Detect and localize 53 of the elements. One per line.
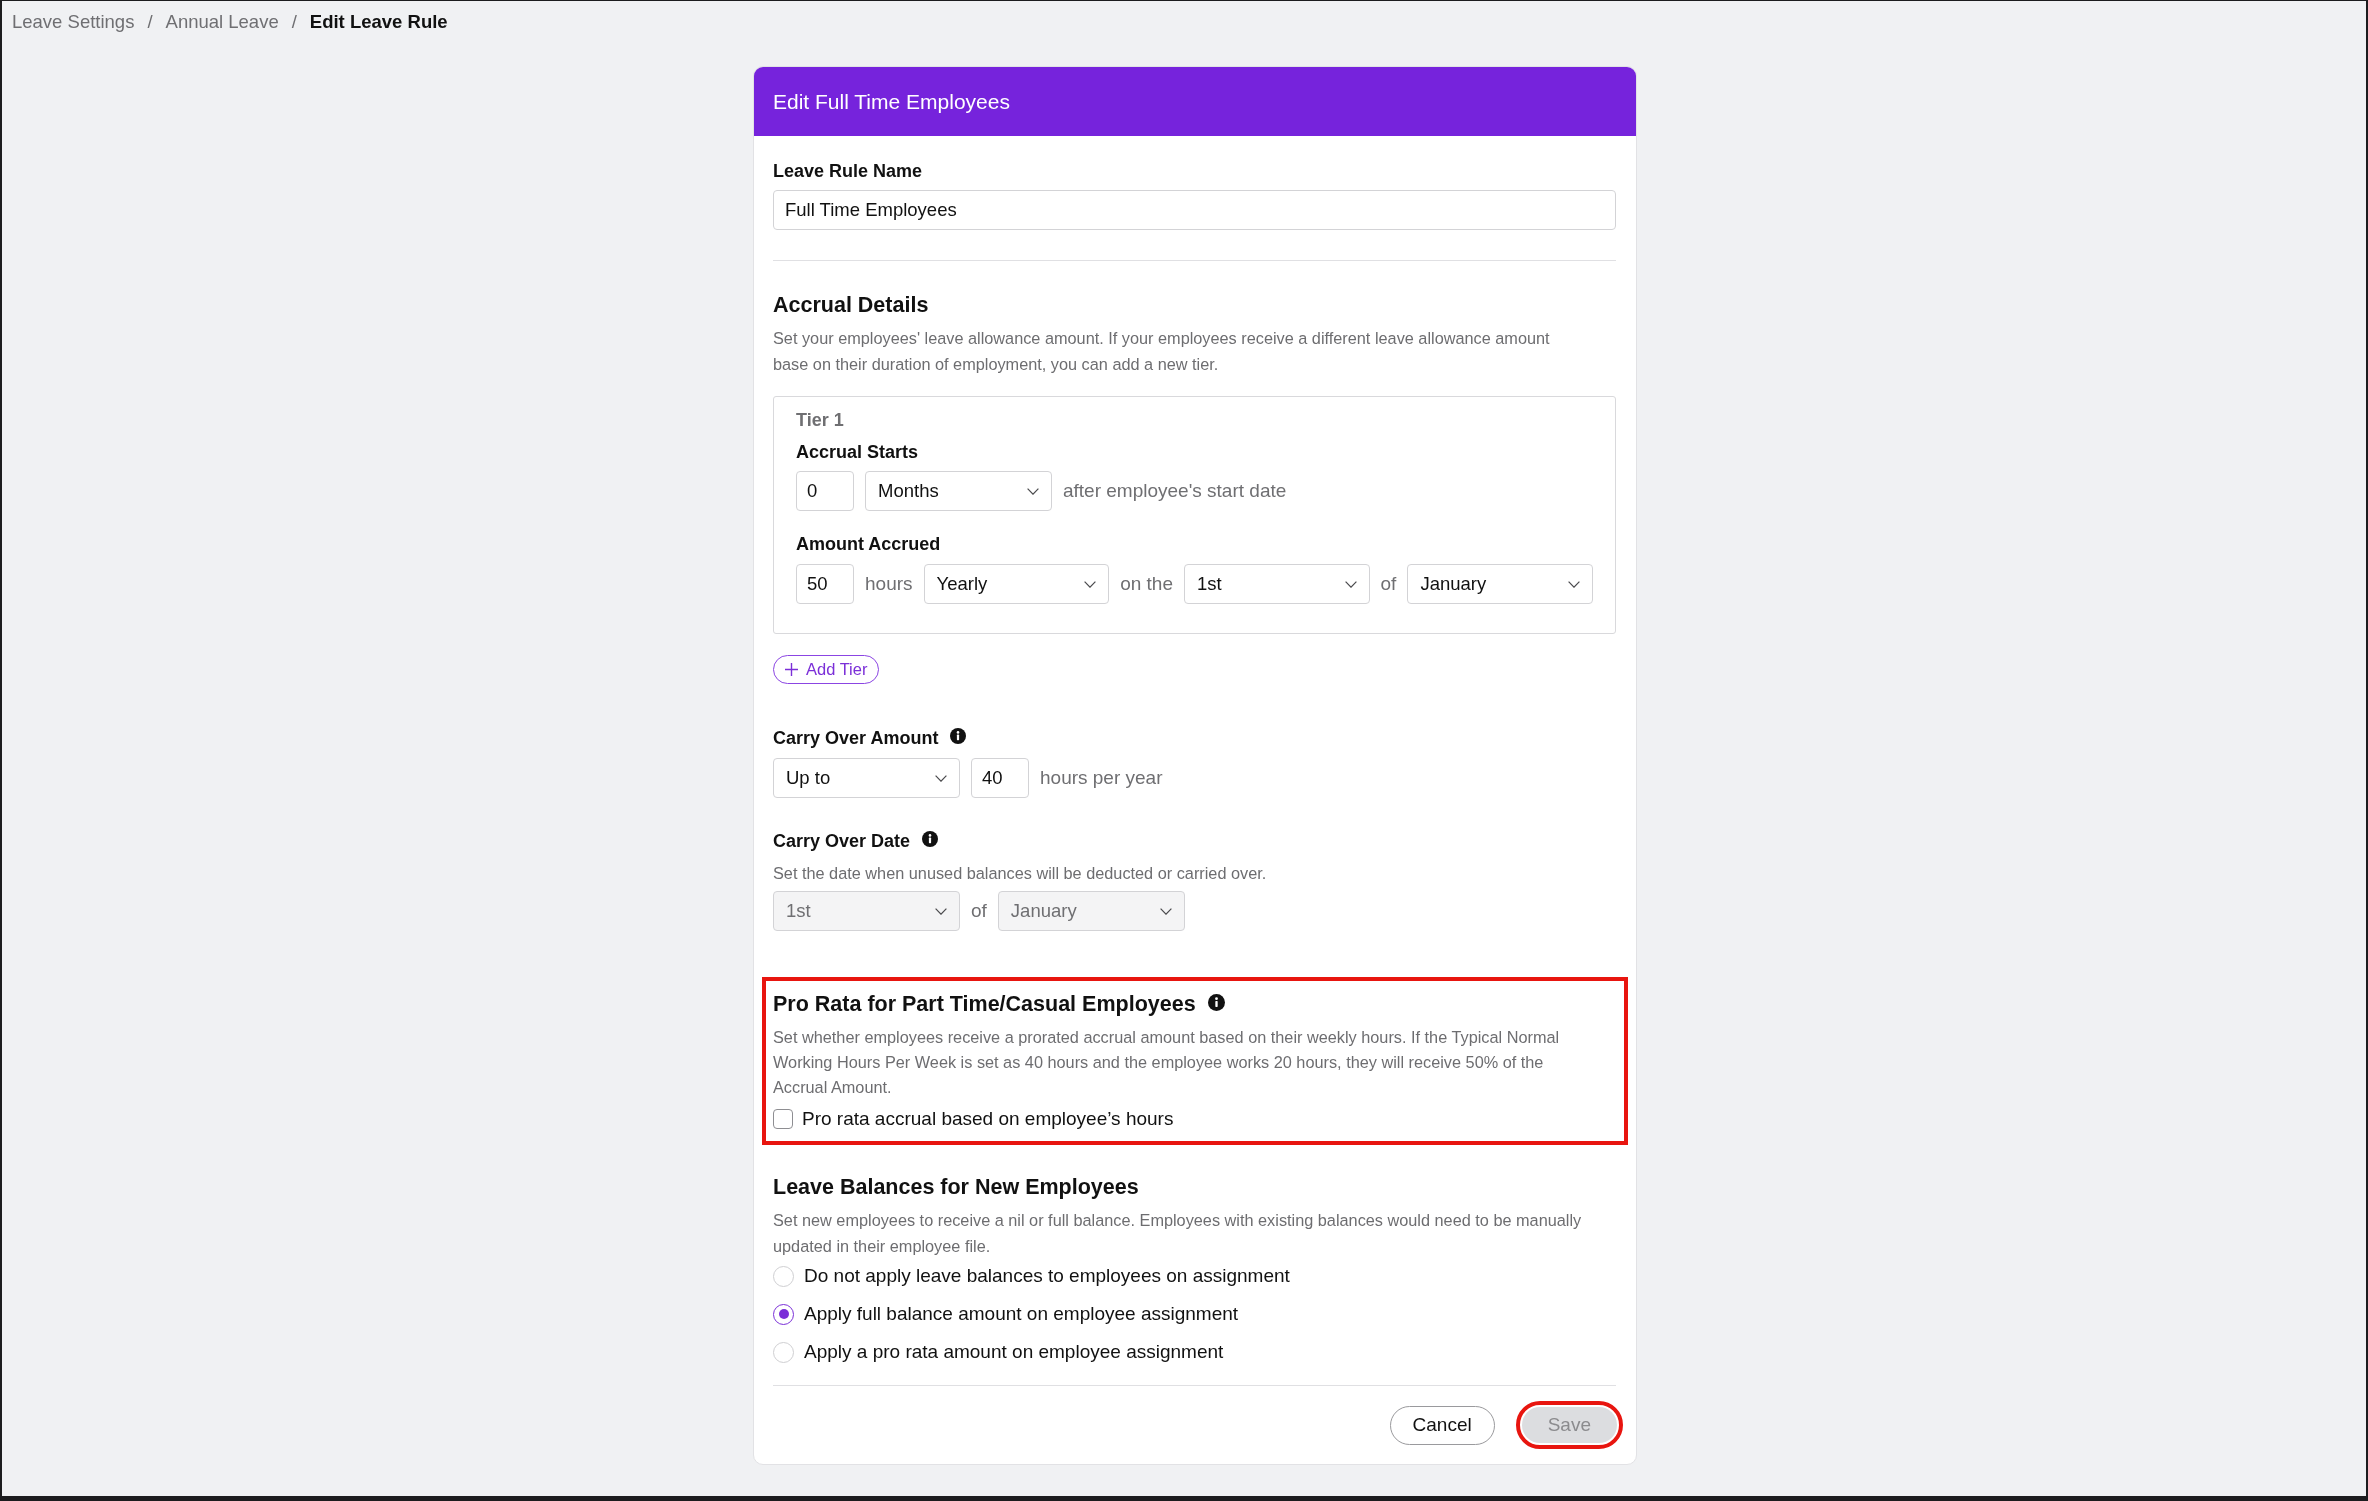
cancel-button[interactable]: Cancel [1389,1405,1495,1445]
field-text: after employee's start date [1063,480,1287,502]
section-heading: Accrual Details [773,293,929,317]
chevron-down-icon [1159,907,1172,915]
chevron-down-icon [1344,580,1357,588]
add-tier-button[interactable]: Add Tier [773,655,880,684]
checkbox-label[interactable]: Pro rata accrual based on employee’s hours [802,1108,1174,1130]
number-field[interactable]: 0 [796,471,854,511]
section-heading: Leave Balances for New Employees [773,1175,1139,1199]
radio-label[interactable]: Do not apply leave balances to employees on assignment [804,1265,1290,1287]
chevron-down-icon [1084,580,1097,588]
field-text: hours [865,573,913,595]
info-icon[interactable] [950,728,967,744]
field-text: of [971,900,987,922]
breadcrumb-link[interactable]: Annual Leave [165,11,279,33]
field-text: hours per year [1040,767,1163,789]
field-label: Accrual Starts [796,441,919,463]
dropdown[interactable]: Up to [773,758,960,798]
breadcrumb-separator: / [291,11,297,33]
number-field[interactable]: 40 [971,758,1029,798]
plus-icon [785,663,798,676]
info-icon[interactable] [1207,993,1225,1011]
chevron-down-icon [1027,487,1039,495]
tier-label: Tier 1 [796,409,844,431]
radio-button[interactable] [773,1303,794,1325]
radio-label[interactable]: Apply a pro rata amount on employee assignment [804,1341,1224,1363]
field-label: Carry Over Amount [773,727,939,749]
field-label: Amount Accrued [796,533,941,555]
section-description: Set your employees' leave allowance amount. If your employees receive a different leave allowance amount base on their duration of employment, you can add a new tier. [773,328,1551,375]
section-description: Set new employees to receive a nil or full balance. Employees with existing balances would need to be manually updated in their employee file. [773,1210,1583,1257]
field-label: Carry Over Date [773,830,911,852]
field-text: of [1380,573,1397,595]
dropdown[interactable]: Months [865,471,1052,511]
section-description: Set whether employees receive a prorated accrual amount based on their weekly hours. If the Typical Normal Working Hours Per Week is set as 40 hours and the employee works 20 hours, they will receive 50% of the Accrual Amount. [773,1027,1561,1098]
field-text: on the [1120,573,1173,595]
field-label: Leave Rule Name [773,160,923,182]
chevron-down-icon [935,907,947,915]
chevron-down-icon [935,774,947,782]
checkbox[interactable] [773,1109,793,1129]
dropdown[interactable]: 1st [1183,564,1370,604]
section-description: Set the date when unused balances will be deducted or carried over. [773,863,1268,884]
section-heading: Pro Rata for Part Time/Casual Employees [773,992,1196,1016]
dropdown[interactable]: Yearly [923,564,1110,604]
dialog-title: Edit Full Time Employees [773,89,1010,114]
breadcrumb-link[interactable]: Leave Settings [12,11,135,33]
text-field[interactable]: Full Time Employees [773,190,1616,230]
breadcrumb-separator: / [147,11,153,33]
number-field[interactable]: 50 [796,564,854,604]
chevron-down-icon [1568,580,1580,588]
breadcrumb-current: Edit Leave Rule [309,11,448,33]
radio-label[interactable]: Apply full balance amount on employee assignment [804,1303,1239,1325]
dropdown[interactable]: January [1407,564,1593,604]
info-icon[interactable] [922,831,939,847]
